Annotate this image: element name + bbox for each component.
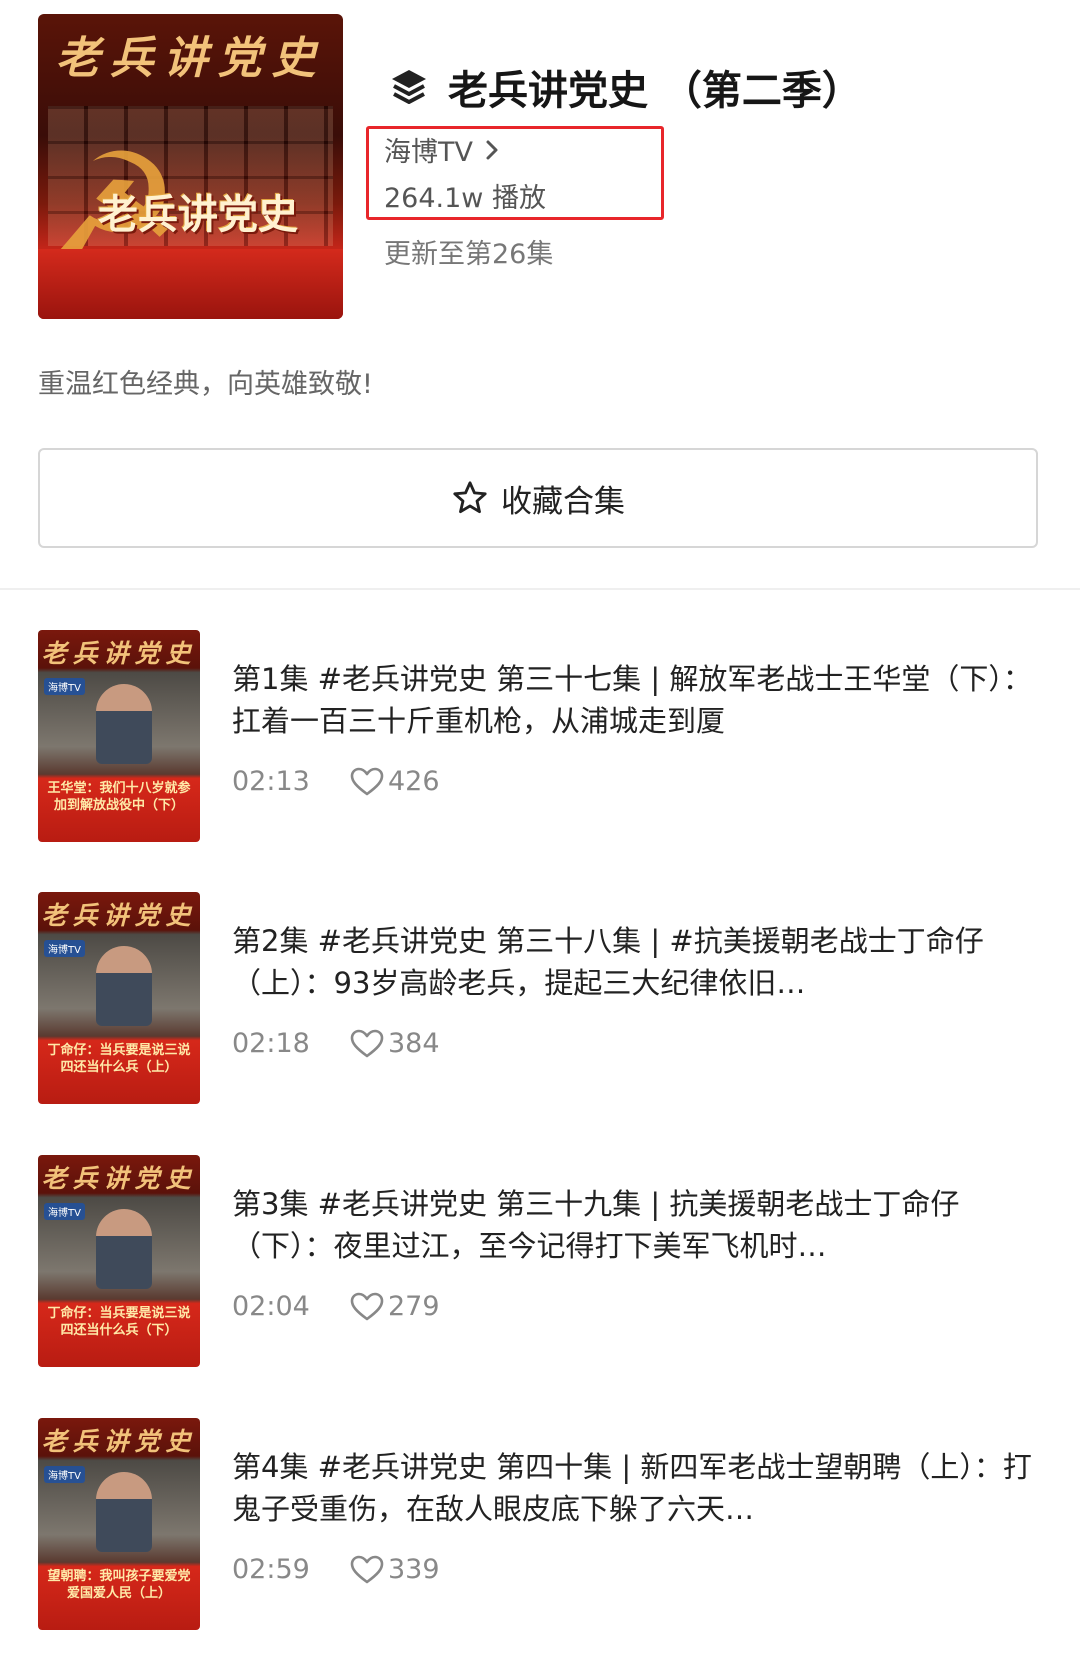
favorite-collection-button[interactable]: 收藏合集: [38, 448, 1038, 548]
collection-title: 老兵讲党史 （第二季）: [448, 68, 862, 114]
episode-meta: 02:13 426: [232, 766, 440, 797]
episode-title: 第3集 #老兵讲党史 第三十九集 | 抗美援朝老战士丁命仔（下）：夜里过江，至今…: [232, 1187, 960, 1263]
episode-like-count: 339: [388, 1554, 440, 1585]
thumbnail-interviewee: [96, 1209, 152, 1289]
episode-item-2[interactable]: 老兵讲党史 海博TV 丁命仔：当兵要是说三说四还当什么兵（上） 第2集 #老兵讲…: [0, 892, 1080, 1107]
heart-icon: [350, 1292, 384, 1320]
thumbnail-interviewee: [96, 946, 152, 1026]
star-outline-icon: [453, 481, 487, 514]
thumbnail-channel-logo: 海博TV: [44, 1203, 85, 1220]
episode-item-4[interactable]: 老兵讲党史 海博TV 望朝聘：我叫孩子要爱党爱国爱人民（上） 第4集 #老兵讲党…: [0, 1418, 1080, 1633]
episode-meta: 02:59 339: [232, 1554, 440, 1585]
thumbnail-caption: 丁命仔：当兵要是说三说四还当什么兵（上）: [47, 1043, 191, 1075]
thumbnail-header-text: 老兵讲党史: [41, 639, 197, 668]
cover-logo-text: 老兵讲党史: [98, 191, 298, 238]
thumbnail-caption: 望朝聘：我叫孩子要爱党爱国爱人民（上）: [47, 1569, 191, 1601]
thumbnail-header-text: 老兵讲党史: [41, 1164, 197, 1193]
thumbnail-caption: 王华堂：我们十八岁就参加到解放战役中（下）: [47, 781, 191, 813]
episode-thumbnail: 老兵讲党史 海博TV 丁命仔：当兵要是说三说四还当什么兵（下）: [38, 1155, 200, 1367]
thumbnail-header-text: 老兵讲党史: [41, 1427, 197, 1456]
episode-thumbnail: 老兵讲党史 海博TV 望朝聘：我叫孩子要爱党爱国爱人民（上）: [38, 1418, 200, 1630]
episode-meta: 02:04 279: [232, 1291, 440, 1322]
episode-like-count: 279: [388, 1291, 440, 1322]
heart-icon: [350, 1029, 384, 1057]
thumbnail-header-text: 老兵讲党史: [41, 901, 197, 930]
episode-like-count: 426: [388, 766, 440, 797]
cover-calligraphy-title: 老兵讲党史: [55, 33, 326, 84]
channel-link[interactable]: 海博TV: [384, 130, 499, 169]
episode-thumbnail: 老兵讲党史 海博TV 王华堂：我们十八岁就参加到解放战役中（下）: [38, 630, 200, 842]
collection-title-row: 老兵讲党史 （第二季）: [388, 58, 862, 116]
episode-title: 第2集 #老兵讲党史 第三十八集 | #抗美援朝老战士丁命仔（上）：93岁高龄老…: [232, 924, 984, 1000]
thumbnail-channel-logo: 海博TV: [44, 1466, 85, 1483]
layers-icon: [392, 70, 426, 104]
thumbnail-channel-logo: 海博TV: [44, 940, 85, 957]
episode-item-1[interactable]: 老兵讲党史 海博TV 王华堂：我们十八岁就参加到解放战役中（下） 第1集 #老兵…: [0, 630, 1080, 845]
episode-duration: 02:13: [232, 766, 310, 797]
collection-header: 老兵讲党史 ☭ 老兵讲党史 老兵讲党史 （第二季） 海博TV 264.1w 播放…: [0, 0, 1080, 590]
episode-item-3[interactable]: 老兵讲党史 海博TV 丁命仔：当兵要是说三说四还当什么兵（下） 第3集 #老兵讲…: [0, 1155, 1080, 1370]
collection-cover-image: 老兵讲党史 ☭ 老兵讲党史: [38, 14, 343, 319]
thumbnail-interviewee: [96, 1472, 152, 1552]
episode-like-count: 384: [388, 1028, 440, 1059]
play-count: 264.1w 播放: [384, 183, 546, 214]
episode-meta: 02:18 384: [232, 1028, 440, 1059]
episode-title: 第4集 #老兵讲党史 第四十集 | 新四军老战士望朝聘（上）：打鬼子受重伤，在敌…: [232, 1450, 1032, 1526]
episode-thumbnail: 老兵讲党史 海博TV 丁命仔：当兵要是说三说四还当什么兵（上）: [38, 892, 200, 1104]
channel-name: 海博TV: [384, 137, 473, 168]
collection-description: 重温红色经典，向英雄致敬!: [38, 369, 373, 400]
episode-duration: 02:04: [232, 1291, 310, 1322]
chevron-right-icon: [486, 140, 498, 159]
thumbnail-interviewee: [96, 684, 152, 764]
episode-duration: 02:59: [232, 1554, 310, 1585]
episode-duration: 02:18: [232, 1028, 310, 1059]
favorite-button-label: 收藏合集: [501, 483, 625, 520]
heart-icon: [350, 1555, 384, 1583]
thumbnail-caption: 丁命仔：当兵要是说三说四还当什么兵（下）: [47, 1306, 191, 1338]
update-status: 更新至第26集: [384, 239, 554, 270]
section-divider: [0, 588, 1080, 590]
cover-red-band: [38, 249, 343, 319]
thumbnail-channel-logo: 海博TV: [44, 678, 85, 695]
episode-title: 第1集 #老兵讲党史 第三十七集 | 解放军老战士王华堂（下）：扛着一百三十斤重…: [232, 662, 1032, 738]
heart-icon: [350, 767, 384, 795]
